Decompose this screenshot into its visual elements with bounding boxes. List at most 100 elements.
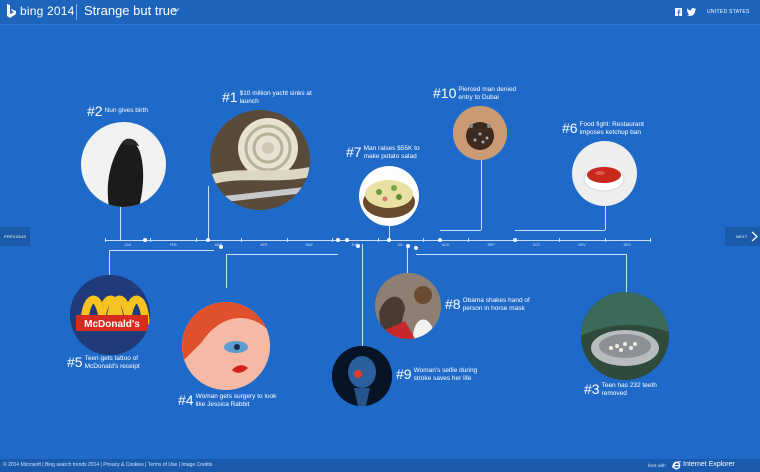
brain-scan-image <box>332 346 392 406</box>
internet-explorer-icon[interactable] <box>672 461 681 470</box>
timeline-tick <box>513 238 515 242</box>
rope-image <box>210 110 310 210</box>
twitter-icon[interactable] <box>687 8 696 16</box>
timeline-tick <box>105 238 106 242</box>
connector-10 <box>481 158 482 230</box>
brand-title[interactable]: bing 2014 <box>20 4 75 18</box>
connector-2 <box>120 205 121 240</box>
story-image-2[interactable] <box>81 122 166 207</box>
page-title[interactable]: Strange but true <box>84 3 177 18</box>
chevron-right-icon <box>751 231 758 242</box>
horse-mask-image <box>375 273 441 339</box>
connector-4b <box>226 254 338 255</box>
bing-logo-icon[interactable] <box>6 4 17 19</box>
timeline-tick <box>422 238 424 242</box>
story-label-9[interactable]: #9 Woman's selfie during stroke saves he… <box>396 367 486 382</box>
timeline-month-label[interactable]: JUN <box>351 243 358 247</box>
timeline-month-label[interactable]: FEB <box>170 243 177 247</box>
timeline-tick <box>604 238 606 242</box>
story-rank: #9 <box>396 366 412 382</box>
timeline-month-label[interactable]: APR <box>260 243 267 247</box>
story-rank: #1 <box>222 89 238 105</box>
facebook-icon[interactable] <box>675 8 682 16</box>
svg-text:McDonald's: McDonald's <box>84 319 140 330</box>
timeline-dot[interactable] <box>206 238 210 242</box>
pierced-man-image <box>453 106 507 160</box>
mcdonalds-image: McDonald's <box>70 275 150 355</box>
story-rank: #4 <box>178 392 194 408</box>
connector-4 <box>226 254 227 288</box>
connector-9 <box>362 244 363 346</box>
story-image-8[interactable] <box>375 273 441 339</box>
timeline-dot[interactable] <box>143 238 147 242</box>
timeline-month-label[interactable]: MAY <box>306 243 313 247</box>
country-selector[interactable]: UNITED STATES <box>707 9 750 15</box>
timeline-tick <box>559 238 561 242</box>
connector-5b <box>109 250 214 251</box>
timeline-dot[interactable] <box>387 238 391 242</box>
timeline-dot[interactable] <box>406 244 410 248</box>
story-image-3[interactable] <box>581 292 669 380</box>
timeline-month-label[interactable]: JUL <box>397 243 403 247</box>
story-label-6[interactable]: #6 Food fight: Restaurant imposes ketchu… <box>562 121 652 136</box>
timeline-tick <box>332 238 334 242</box>
story-label-2[interactable]: #2 Nun gives birth <box>87 104 167 118</box>
timeline-month-label[interactable]: AUG <box>442 243 450 247</box>
potato-salad-image <box>363 180 415 218</box>
timeline-tick <box>286 238 288 242</box>
connector-6 <box>605 206 606 230</box>
story-label-3[interactable]: #3 Teen has 232 teeth removed <box>584 382 669 397</box>
story-image-1[interactable] <box>210 110 310 210</box>
internet-explorer-label[interactable]: Internet Explorer <box>683 461 735 468</box>
footer-bar: © 2014 Microsoft | Bing search trends 20… <box>0 459 760 472</box>
connector-6b <box>515 230 605 231</box>
best-with-label: best with <box>648 463 666 468</box>
connector-10b <box>440 230 481 231</box>
timeline-month-label[interactable]: DEC <box>624 243 631 247</box>
timeline-dot[interactable] <box>414 246 418 250</box>
chevron-down-icon[interactable] <box>172 6 180 14</box>
story-rank: #7 <box>346 144 362 160</box>
story-image-7[interactable] <box>359 166 419 226</box>
jessica-rabbit-image <box>182 302 270 390</box>
timeline-tick <box>377 238 379 242</box>
timeline-month-label[interactable]: MAR <box>215 243 223 247</box>
story-rank: #5 <box>67 354 83 370</box>
footer-links[interactable]: © 2014 Microsoft | Bing search trends 20… <box>3 462 212 468</box>
story-image-4[interactable] <box>182 302 270 390</box>
timeline-month-label[interactable]: JAN <box>124 243 131 247</box>
timeline-month-label[interactable]: SEP <box>488 243 495 247</box>
timeline-tick <box>468 238 470 242</box>
story-image-10[interactable] <box>453 106 507 160</box>
story-label-10[interactable]: #10 Pierced man denied entry to Dubai <box>433 86 528 101</box>
story-label-5[interactable]: #5 Teen gets tattoo of McDonald's receip… <box>67 355 152 370</box>
story-label-4[interactable]: #4 Woman gets surgery to look like Jessi… <box>178 393 278 408</box>
connector-2b <box>120 240 145 241</box>
story-image-9[interactable] <box>332 346 392 406</box>
header-bar: bing 2014 Strange but true UNITED STATES <box>0 0 760 25</box>
previous-button[interactable]: PREVIOUS <box>0 227 30 246</box>
next-button[interactable]: NEXT <box>725 227 760 246</box>
header-divider <box>76 4 77 20</box>
timeline-month-label[interactable]: NOV <box>578 243 586 247</box>
story-image-5[interactable]: McDonald's <box>70 275 150 355</box>
story-rank: #10 <box>433 85 457 101</box>
story-rank: #6 <box>562 120 578 136</box>
story-label-7[interactable]: #7 Man raises $55K to make potato salad <box>346 145 426 160</box>
timeline-tick <box>195 238 197 242</box>
story-label-1[interactable]: #1 $10 million yacht sinks at launch <box>222 90 322 105</box>
story-rank: #3 <box>584 381 600 397</box>
timeline-month-label[interactable]: OCT <box>533 243 540 247</box>
connector-3b <box>416 254 626 255</box>
connector-8 <box>407 244 408 274</box>
timeline-tick <box>650 238 651 242</box>
story-rank: #2 <box>87 103 103 119</box>
timeline-dot[interactable] <box>345 238 349 242</box>
timeline-dot[interactable] <box>336 238 340 242</box>
connector-1 <box>208 186 209 240</box>
story-label-8[interactable]: #8 Obama shakes hand of person in horse … <box>445 297 535 312</box>
ketchup-image <box>583 166 625 192</box>
teeth-tray-image <box>581 292 669 380</box>
story-image-6[interactable] <box>572 141 637 206</box>
timeline-dot[interactable] <box>438 238 442 242</box>
